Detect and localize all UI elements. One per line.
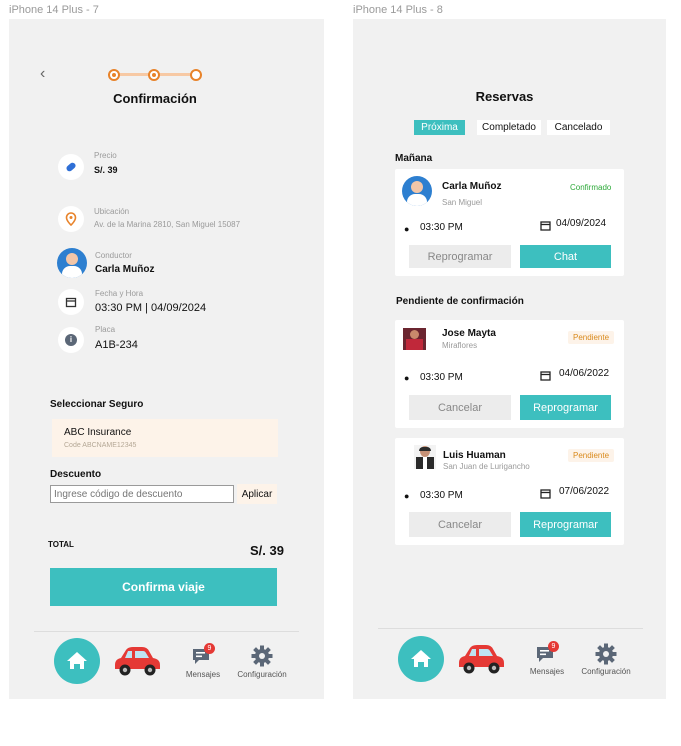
reservation-date: 04/06/2022	[559, 368, 610, 379]
reschedule-button[interactable]: Reprogramar	[520, 512, 611, 537]
insurance-heading: Seleccionar Seguro	[50, 399, 144, 410]
reservations-title: Reservas	[475, 89, 534, 104]
insurance-code: Code ABCNAME12345	[64, 442, 137, 449]
tab-completado[interactable]: Completado	[477, 120, 541, 135]
driver-avatar	[57, 248, 87, 278]
step-2-icon	[148, 69, 160, 81]
driver-value: Carla Muñoz	[95, 264, 155, 275]
insurance-option[interactable]: ABC Insurance Code ABCNAME12345	[52, 419, 278, 457]
reservation-place: Miraflores	[442, 341, 478, 350]
status-badge: Confirmado	[570, 183, 612, 192]
reschedule-button[interactable]: Reprogramar	[409, 245, 511, 268]
section-pending: Pendiente de confirmación	[396, 296, 524, 307]
location-pin-icon	[58, 206, 84, 232]
avatar	[402, 176, 432, 206]
datetime-label: Fecha y Hora	[95, 289, 144, 298]
step-3-icon	[190, 69, 202, 81]
chat-button[interactable]: Chat	[520, 245, 611, 268]
price-value: S/. 39	[94, 165, 118, 175]
section-tomorrow: Mañana	[395, 153, 433, 164]
location-label: Ubicación	[94, 207, 130, 216]
plate-label: Placa	[95, 325, 116, 334]
nav-divider	[378, 628, 643, 629]
reservation-date: 04/09/2024	[556, 218, 607, 229]
step-1-icon	[108, 69, 120, 81]
reservation-time: 03:30 PM	[420, 372, 463, 383]
clock-icon: ●	[404, 373, 410, 383]
discount-code-input[interactable]	[50, 485, 234, 503]
frame-title-left: iPhone 14 Plus - 7	[9, 4, 99, 16]
status-badge: Pendiente	[568, 331, 615, 344]
nav-settings-label[interactable]: Configuración	[231, 670, 293, 679]
discount-heading: Descuento	[50, 469, 102, 480]
gear-icon[interactable]	[251, 645, 273, 672]
pill-icon	[58, 154, 84, 180]
datetime-value: 03:30 PM | 04/09/2024	[95, 302, 207, 314]
total-value: S/. 39	[250, 543, 284, 558]
reservation-name: Jose Mayta	[442, 328, 496, 339]
nav-settings-label[interactable]: Configuración	[575, 667, 637, 676]
tab-proxima[interactable]: Próxima	[414, 120, 465, 135]
frame-title-right: iPhone 14 Plus - 8	[353, 4, 443, 16]
nav-divider	[34, 631, 299, 632]
back-arrow-icon[interactable]: ‹	[40, 65, 45, 83]
reservation-card[interactable]: Carla Muñoz San Miguel Confirmado ● 03:3…	[395, 169, 624, 276]
clock-icon: ●	[404, 224, 410, 234]
messages-badge: 9	[204, 643, 215, 654]
page-title: Confirmación	[113, 91, 197, 106]
reservation-date: 07/06/2022	[559, 486, 610, 497]
total-label: TOTAL	[48, 540, 74, 549]
avatar	[403, 328, 426, 350]
driver-label: Conductor	[95, 251, 132, 260]
confirmation-screen: ‹ Confirmación Precio S/. 39 Ubicación A…	[9, 19, 324, 699]
price-label: Precio	[94, 151, 117, 160]
reservation-card[interactable]: Jose Mayta Miraflores Pendiente ● 03:30 …	[395, 320, 624, 428]
reservation-place: San Miguel	[442, 198, 483, 207]
confirm-trip-button[interactable]: Confirma viaje	[50, 568, 277, 606]
reservation-place: San Juan de Lurigancho	[443, 462, 530, 471]
home-icon[interactable]	[398, 636, 444, 682]
reservation-name: Carla Muñoz	[442, 181, 502, 192]
clock-icon: ●	[404, 491, 410, 501]
messages-icon[interactable]: 9	[192, 643, 215, 672]
location-value: Av. de la Marina 2810, San Miguel 15087	[94, 220, 241, 229]
apply-discount-button[interactable]: Aplicar	[237, 484, 277, 504]
car-icon[interactable]	[455, 641, 507, 680]
info-icon: i	[58, 327, 84, 353]
calendar-icon	[58, 289, 84, 315]
home-icon[interactable]	[54, 638, 100, 684]
status-badge: Pendiente	[568, 449, 615, 462]
tab-cancelado[interactable]: Cancelado	[547, 120, 610, 135]
reservation-card[interactable]: Luis Huaman San Juan de Lurigancho Pendi…	[395, 438, 624, 545]
cancel-button[interactable]: Cancelar	[409, 512, 511, 537]
calendar-icon	[540, 486, 551, 504]
plate-value: A1B-234	[95, 339, 138, 351]
nav-messages-label[interactable]: Mensajes	[181, 670, 225, 679]
reservation-name: Luis Huaman	[443, 450, 506, 461]
reschedule-button[interactable]: Reprogramar	[520, 395, 611, 420]
calendar-icon	[540, 368, 551, 386]
nav-messages-label[interactable]: Mensajes	[525, 667, 569, 676]
avatar	[414, 445, 436, 469]
reservation-time: 03:30 PM	[420, 222, 463, 233]
messages-badge: 9	[548, 641, 559, 652]
progress-stepper	[108, 69, 202, 81]
insurance-name: ABC Insurance	[64, 427, 132, 438]
calendar-icon	[540, 218, 551, 236]
car-icon[interactable]	[111, 643, 163, 682]
reservations-screen: Reservas Próxima Completado Cancelado Ma…	[353, 19, 666, 699]
cancel-button[interactable]: Cancelar	[409, 395, 511, 420]
gear-icon[interactable]	[595, 643, 617, 670]
reservation-time: 03:30 PM	[420, 490, 463, 501]
